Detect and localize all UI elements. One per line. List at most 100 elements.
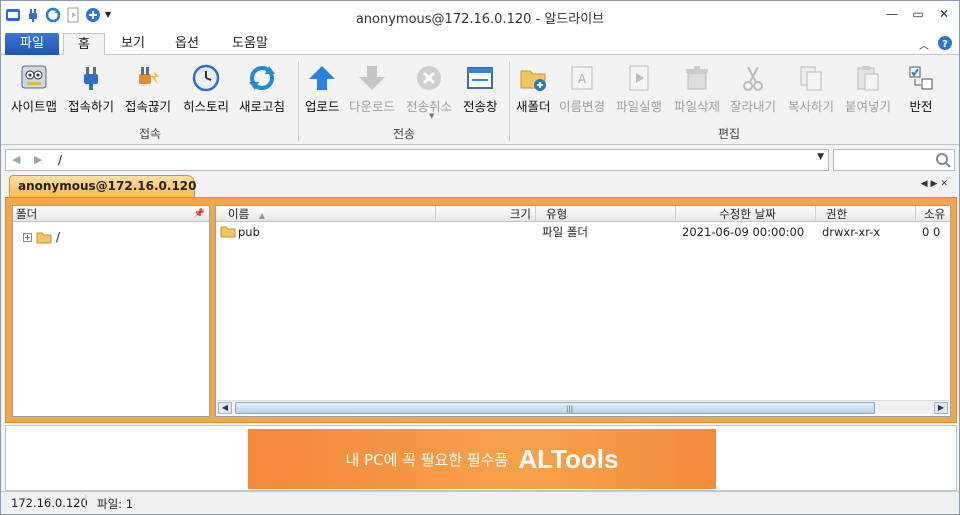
table-row[interactable]: pub 파일 폴더 2021-06-09 00:00:00 drwxr-xr-x… [216,224,950,240]
col-owner[interactable]: 소유 [916,206,950,222]
col-size[interactable]: 크기 [436,206,536,222]
ad-area: 내 PC에 꼭 필요한 필수품 ALTools [5,425,957,491]
folder-pane-header: 폴더 📌 [13,206,209,222]
col-name-label: 이름 [228,207,250,221]
pin-icon[interactable]: 📌 [194,206,205,222]
scroll-right-icon[interactable]: ▶ [934,402,948,414]
ad-banner[interactable]: 내 PC에 꼭 필요한 필수품 ALTools [248,429,716,489]
minimize-icon[interactable]: — [885,7,899,21]
run-file-label: 파일실행 [616,99,663,114]
transfer-window-button[interactable]: 전송창 [463,63,498,115]
history-button[interactable]: 히스토리 [183,63,229,115]
explorer-frame: 폴더 📌 + / 이름 ▲ 크기 유형 수정한 날짜 권한 소유 pub 파일 … [5,197,957,423]
address-bar[interactable]: ◀ ▶ / ▼ [5,149,829,171]
run-file-button[interactable]: 파일실행 [616,63,662,115]
paste-icon [857,66,879,91]
plug-connect-icon [84,67,98,90]
delete-file-button[interactable]: 파일삭제 [674,63,720,115]
help-icon[interactable]: ? [937,35,953,54]
tab-help[interactable]: 도움말 [223,33,277,55]
invert-selection-button[interactable]: 반전 [906,63,936,115]
maximize-icon[interactable]: ▭ [911,7,925,21]
tree-root-label: / [56,230,61,244]
nav-back-icon[interactable]: ◀ [12,153,20,166]
scissors-icon [743,66,763,91]
nav-forward-icon[interactable]: ▶ [34,153,42,166]
invert-selection-icon [909,66,933,90]
file-owner: 0 0 [922,225,941,239]
folder-icon [36,232,52,243]
group-label-edit: 편집 [717,127,741,141]
group-separator [298,61,299,141]
cut-button[interactable]: 잘라내기 [730,63,776,115]
group-separator [509,61,510,141]
folder-pane-title: 폴더 [16,207,38,221]
tab-file[interactable]: 파일 [5,33,59,55]
status-host: 172.16.0.120 [11,496,88,510]
ribbon-tabs: 파일 홈 보기 옵션 도움말 ︿ ? [1,31,959,55]
session-tab[interactable]: anonymous@172.16.0.120 [9,175,197,197]
sitemap-button[interactable]: 사이트맵 [11,63,57,115]
file-list: 이름 ▲ 크기 유형 수정한 날짜 권한 소유 pub 파일 폴더 2021-0… [215,205,951,417]
col-name[interactable]: 이름 ▲ [216,206,436,222]
window-title: anonymous@172.16.0.120 - 알드라이브 [355,12,605,27]
disconnect-button[interactable]: 접속끊기 [125,63,171,115]
cut-label: 잘라내기 [730,99,777,114]
paste-button[interactable]: 붙여넣기 [845,63,891,115]
transfer-window-icon [467,67,494,89]
connect-label: 접속하기 [68,99,115,114]
search-input[interactable] [833,149,955,171]
upload-label: 업로드 [305,99,340,114]
svg-text:?: ? [942,39,948,50]
download-button[interactable]: 다운로드 [349,63,395,115]
scroll-left-icon[interactable]: ◀ [218,402,232,414]
horizontal-scrollbar[interactable]: ◀ ||| ▶ [217,400,949,414]
download-arrow-icon [359,66,385,90]
title-bar: ▼ anonymous@172.16.0.120 - 알드라이브 — ▭ ✕ [1,1,959,31]
folder-pane: 폴더 📌 + / [12,205,210,417]
invert-selection-label: 반전 [909,99,933,114]
search-icon[interactable] [935,152,951,171]
group-label-connect: 접속 [138,127,162,141]
new-folder-button[interactable]: 새폴더 [516,63,551,115]
transfer-window-label: 전송창 [463,99,498,114]
connect-button[interactable]: 접속하기 [68,63,114,115]
tab-home[interactable]: 홈 [63,33,105,55]
col-modified[interactable]: 수정한 날짜 [676,206,816,222]
window-controls: — ▭ ✕ [885,7,951,21]
ad-text: 내 PC에 꼭 필요한 필수품 [345,450,509,469]
history-label: 히스토리 [183,99,230,114]
paste-label: 붙여넣기 [845,99,892,114]
refresh-large-icon [249,66,275,90]
cancel-transfer-button[interactable]: 전송취소 [406,63,452,115]
expand-icon[interactable]: + [23,232,32,242]
app-window: ▼ anonymous@172.16.0.120 - 알드라이브 — ▭ ✕ 파… [0,0,960,515]
rename-button[interactable]: A 이름변경 [559,63,605,115]
transfer-dropdown-icon[interactable]: ▼ [429,112,434,120]
tree-root[interactable]: + / [23,230,60,244]
session-tab-nav[interactable]: ◀▶✕ [921,179,951,189]
status-bar: 172.16.0.120 파일: 1 [1,491,959,514]
svg-text:A: A [578,72,587,86]
download-label: 다운로드 [349,99,396,114]
tab-view[interactable]: 보기 [113,33,153,55]
col-permission[interactable]: 권한 [816,206,916,222]
rename-label: 이름변경 [559,99,606,114]
scroll-thumb[interactable]: ||| [235,402,875,414]
collapse-ribbon-icon[interactable]: ︿ [919,37,929,52]
new-folder-label: 새폴더 [516,99,551,114]
file-list-header: 이름 ▲ 크기 유형 수정한 날짜 권한 소유 [216,206,950,222]
close-icon[interactable]: ✕ [937,7,951,21]
tab-options[interactable]: 옵션 [167,33,207,55]
status-divider [85,495,86,511]
refresh-button[interactable]: 새로고침 [239,63,285,115]
sitemap-label: 사이트맵 [11,99,58,114]
upload-arrow-icon [309,66,336,90]
ribbon: 사이트맵 접속하기 접속끊기 히스토리 새로고침 접속 업로드 다운로드 전송취… [1,55,959,145]
copy-button[interactable]: 복사하기 [788,63,834,115]
folder-icon [220,225,236,242]
address-dropdown-icon[interactable]: ▼ [817,152,824,162]
file-modified: 2021-06-09 00:00:00 [682,225,805,239]
col-type[interactable]: 유형 [536,206,676,222]
upload-button[interactable]: 업로드 [305,63,340,115]
